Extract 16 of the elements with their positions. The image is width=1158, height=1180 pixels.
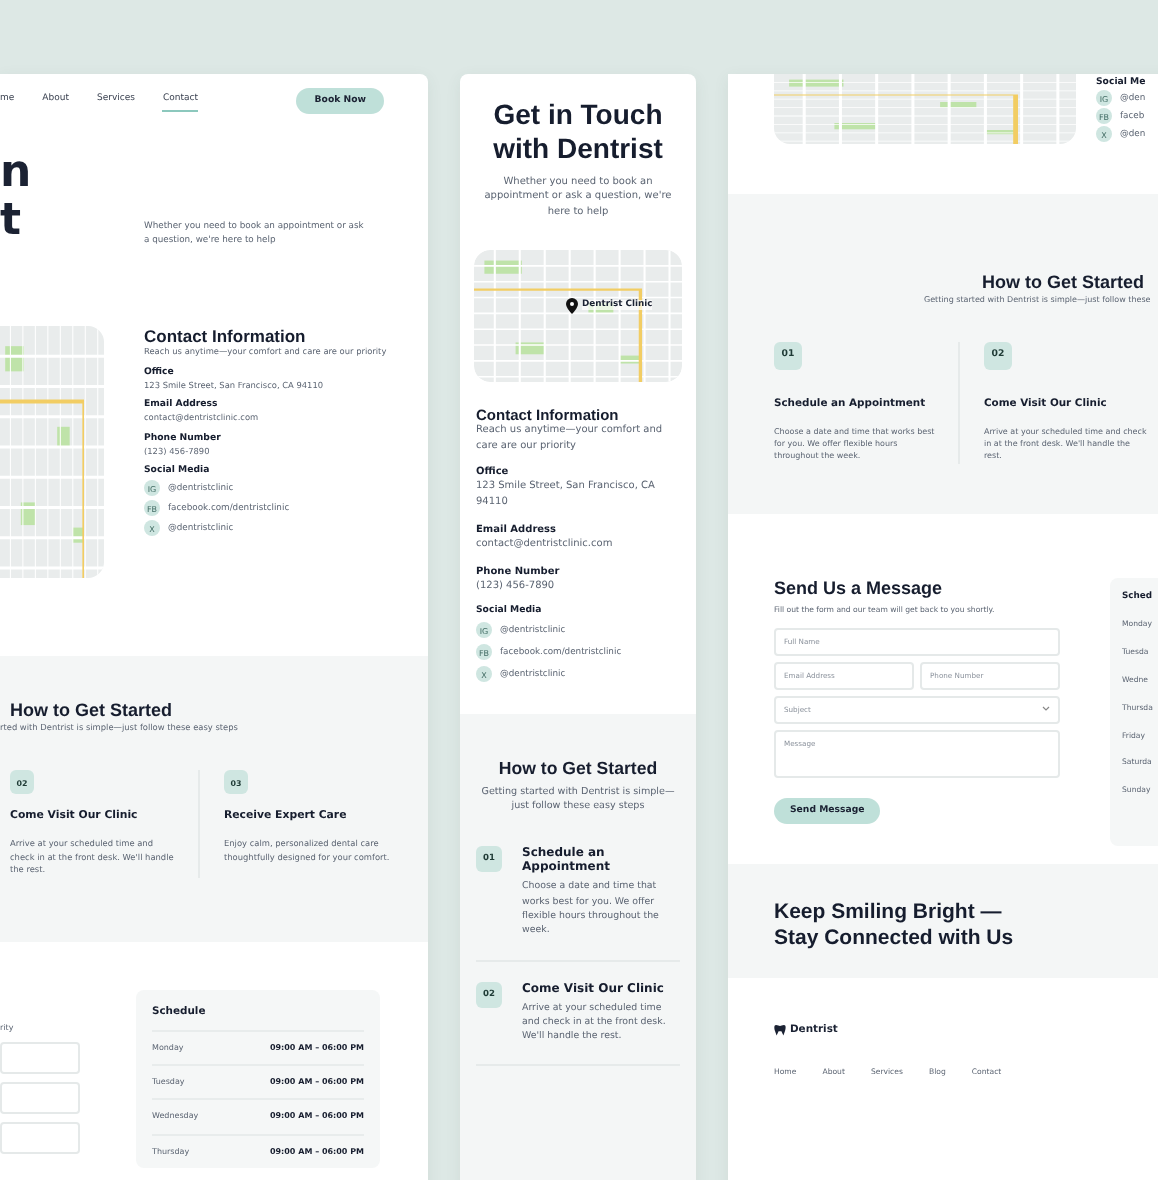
input-field[interactable] bbox=[0, 1042, 80, 1075]
chevron-down-icon bbox=[1042, 705, 1050, 712]
section-heading: How to Get Started bbox=[496, 758, 660, 780]
contact-heading: Contact Information bbox=[144, 326, 308, 347]
page-heading: Get in Touch with Dentrist bbox=[491, 98, 665, 166]
map-pin-icon bbox=[566, 297, 578, 314]
hero-heading: t bbox=[0, 198, 24, 246]
tooth-icon bbox=[774, 1024, 786, 1036]
input-field[interactable] bbox=[0, 1082, 80, 1115]
select-field[interactable] bbox=[0, 1122, 80, 1155]
cta-heading: Keep Smiling Bright — bbox=[774, 900, 1004, 926]
form-heading: Send Us a Message bbox=[774, 578, 945, 600]
section-heading: How to Get Started bbox=[10, 700, 175, 722]
cta-heading: Stay Connected with Us bbox=[774, 925, 1016, 951]
hero-heading: n bbox=[0, 150, 34, 198]
section-heading: How to Get Started bbox=[982, 272, 1147, 294]
